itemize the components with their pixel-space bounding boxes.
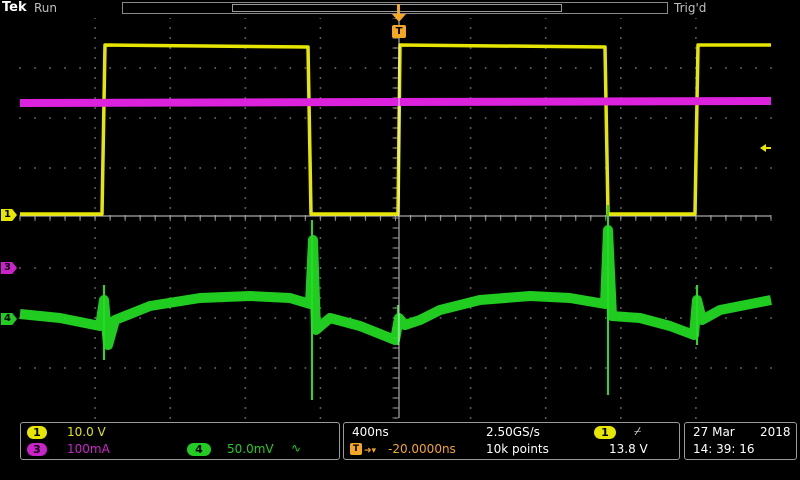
datetime-panel: 27 Mar 2018 14: 39: 16 (684, 422, 797, 460)
bandwidth-limit-icon: ∿ (291, 441, 302, 455)
sample-rate: 2.50GS/s (486, 425, 540, 439)
channel-3-scale: 100mA (67, 442, 110, 456)
brand-logo: Tek (2, 0, 27, 15)
trigger-arrow-icon (392, 4, 406, 24)
trigger-slope-icon: ⌿ (634, 424, 642, 438)
time: 14: 39: 16 (693, 442, 755, 456)
channel-3-waveform (19, 97, 772, 107)
channel-1-badge: 1 (27, 426, 47, 439)
trigger-status: Trig'd (674, 1, 707, 15)
channel-3-badge: 3 (27, 443, 47, 456)
timebase-panel[interactable]: 400ns 2.50GS/s T ➜▾ -20.0000ns 10k point… (343, 422, 680, 460)
date: 27 Mar (693, 425, 735, 439)
trigger-level: 13.8 V (609, 442, 648, 456)
trigger-position-marker[interactable]: T (392, 25, 406, 38)
horizontal-scale: 400ns (352, 425, 389, 439)
year: 2018 (760, 425, 791, 439)
trigger-offset-arrow-icon: ➜▾ (364, 446, 377, 456)
channel-1-scale: 10.0 V (67, 425, 106, 439)
waveform-display (19, 17, 772, 419)
acquisition-status: Run (34, 1, 58, 15)
readout-bar: 1 10.0 V 3 100mA 4 50.0mV ∿ 400ns 2.50GS… (0, 420, 800, 480)
channel-4-badge: 4 (187, 443, 211, 456)
channel-4-scale: 50.0mV (227, 442, 274, 456)
record-length: 10k points (486, 442, 549, 456)
trigger-source-badge: 1 (594, 426, 616, 439)
trigger-level-arrow-icon[interactable] (760, 143, 772, 153)
trigger-position: -20.0000ns (388, 442, 456, 456)
channel-scale-panel[interactable]: 1 10.0 V 3 100mA 4 50.0mV ∿ (20, 422, 340, 460)
trigger-position-icon: T (350, 443, 362, 455)
